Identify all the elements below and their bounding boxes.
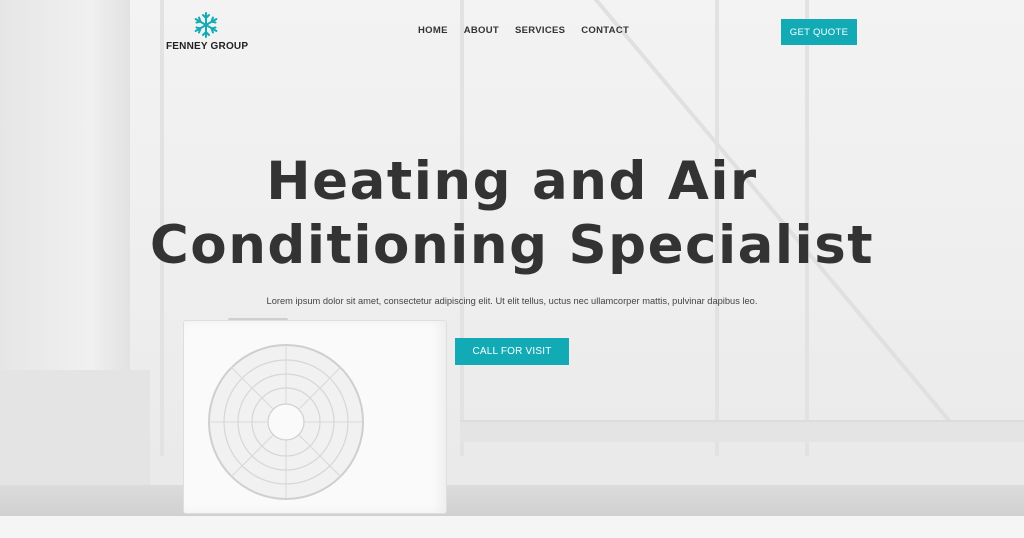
main-nav: HOME ABOUT SERVICES CONTACT [418, 25, 629, 36]
hero-title-line2: Conditioning Specialist [149, 215, 875, 276]
nav-about[interactable]: ABOUT [464, 25, 499, 36]
call-for-visit-button[interactable]: CALL FOR VISIT [455, 338, 569, 365]
hero-title: Heating and Air Conditioning Specialist [100, 150, 924, 278]
nav-home[interactable]: HOME [418, 25, 448, 36]
nav-services[interactable]: SERVICES [515, 25, 565, 36]
logo[interactable]: FENNEY GROUP [166, 12, 249, 52]
brand-name: FENNEY GROUP [166, 41, 249, 52]
hero-title-line1: Heating and Air [266, 151, 758, 212]
bottom-strip [0, 516, 1024, 538]
nav-contact[interactable]: CONTACT [581, 25, 629, 36]
wall-ledge [460, 420, 1024, 442]
get-quote-button[interactable]: GET QUOTE [781, 19, 857, 45]
hero-description: Lorem ipsum dolor sit amet, consectetur … [266, 296, 758, 306]
snowflake-icon [194, 12, 218, 38]
fan-grille-icon [208, 344, 364, 500]
ground [0, 485, 1024, 516]
